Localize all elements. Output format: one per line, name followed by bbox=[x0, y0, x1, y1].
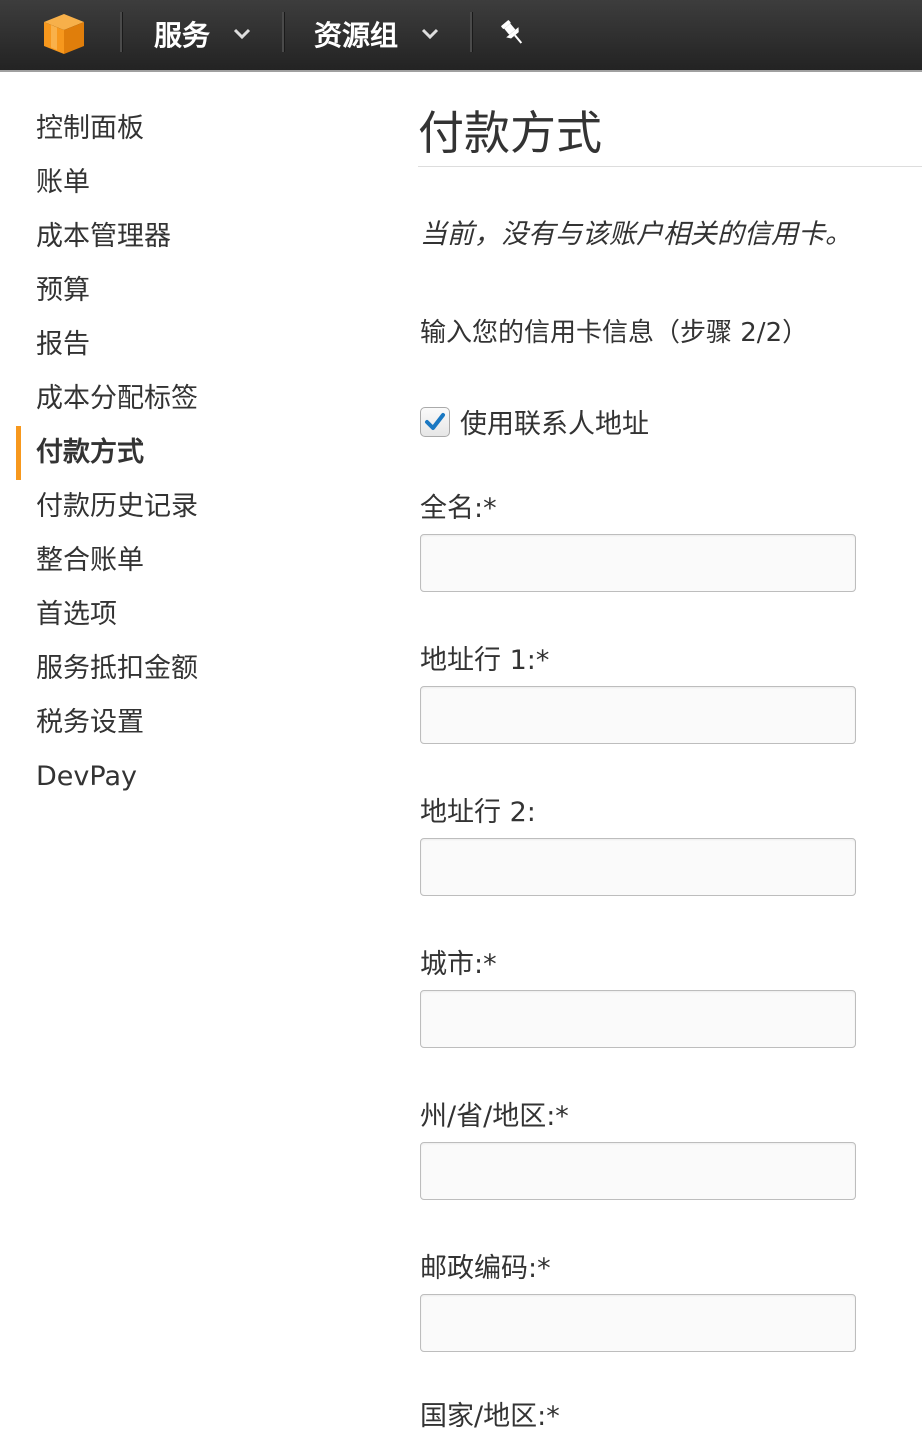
sidebar-item-reports[interactable]: 报告 bbox=[0, 318, 380, 372]
step-indicator: 输入您的信用卡信息（步骤 2/2） bbox=[420, 318, 809, 348]
pushpin-icon[interactable] bbox=[498, 18, 528, 48]
nav-separator bbox=[120, 12, 123, 52]
checkmark-icon bbox=[425, 412, 445, 430]
services-label: 服务 bbox=[154, 19, 211, 52]
sidebar-item-tax-settings[interactable]: 税务设置 bbox=[0, 696, 380, 750]
sidebar-item-dashboard[interactable]: 控制面板 bbox=[0, 102, 380, 156]
address-line-1-input[interactable] bbox=[420, 686, 856, 744]
postal-code-label: 邮政编码:* bbox=[420, 1253, 551, 1284]
sidebar-item-credits[interactable]: 服务抵扣金额 bbox=[0, 642, 380, 696]
address-line-2-input[interactable] bbox=[420, 838, 856, 896]
country-region-label: 国家/地区:* bbox=[420, 1401, 560, 1432]
postal-code-input[interactable] bbox=[420, 1294, 856, 1352]
sidebar-item-devpay[interactable]: DevPay bbox=[0, 750, 380, 804]
payment-method-form: 付款方式 当前，没有与该账户相关的信用卡。 输入您的信用卡信息（步骤 2/2） … bbox=[418, 100, 922, 1432]
use-contact-address-label: 使用联系人地址 bbox=[460, 409, 649, 440]
full-name-label: 全名:* bbox=[420, 493, 497, 524]
sidebar-item-payment-methods[interactable]: 付款方式 bbox=[0, 426, 380, 480]
top-navigation-bar: 服务 资源组 bbox=[0, 0, 922, 72]
full-name-input[interactable] bbox=[420, 534, 856, 592]
city-label: 城市:* bbox=[420, 949, 497, 980]
chevron-down-icon bbox=[233, 28, 251, 40]
sidebar-item-bills[interactable]: 账单 bbox=[0, 156, 380, 210]
use-contact-address-checkbox[interactable] bbox=[420, 406, 450, 437]
use-contact-address-row[interactable]: 使用联系人地址 bbox=[420, 402, 649, 441]
aws-cube-icon[interactable] bbox=[40, 12, 88, 56]
state-province-region-label: 州/省/地区:* bbox=[420, 1101, 569, 1132]
billing-sidebar: 控制面板 账单 成本管理器 预算 报告 成本分配标签 付款方式 付款历史记录 整… bbox=[0, 102, 380, 804]
nav-separator bbox=[282, 12, 285, 52]
services-menu[interactable]: 服务 bbox=[154, 14, 252, 54]
sidebar-item-cost-allocation-tags[interactable]: 成本分配标签 bbox=[0, 372, 380, 426]
sidebar-item-budgets[interactable]: 预算 bbox=[0, 264, 380, 318]
sidebar-item-cost-explorer[interactable]: 成本管理器 bbox=[0, 210, 380, 264]
address-line-1-label: 地址行 1:* bbox=[420, 645, 550, 676]
address-line-2-label: 地址行 2: bbox=[420, 797, 536, 828]
chevron-down-icon bbox=[421, 28, 439, 40]
city-input[interactable] bbox=[420, 990, 856, 1048]
nav-separator bbox=[470, 12, 473, 52]
sidebar-item-preferences[interactable]: 首选项 bbox=[0, 588, 380, 642]
resource-groups-label: 资源组 bbox=[314, 19, 399, 52]
sidebar-item-payment-history[interactable]: 付款历史记录 bbox=[0, 480, 380, 534]
state-province-region-input[interactable] bbox=[420, 1142, 856, 1200]
page-title: 付款方式 bbox=[418, 100, 922, 167]
no-credit-card-notice: 当前，没有与该账户相关的信用卡。 bbox=[420, 219, 852, 250]
resource-groups-menu[interactable]: 资源组 bbox=[314, 14, 440, 54]
sidebar-item-consolidated-billing[interactable]: 整合账单 bbox=[0, 534, 380, 588]
